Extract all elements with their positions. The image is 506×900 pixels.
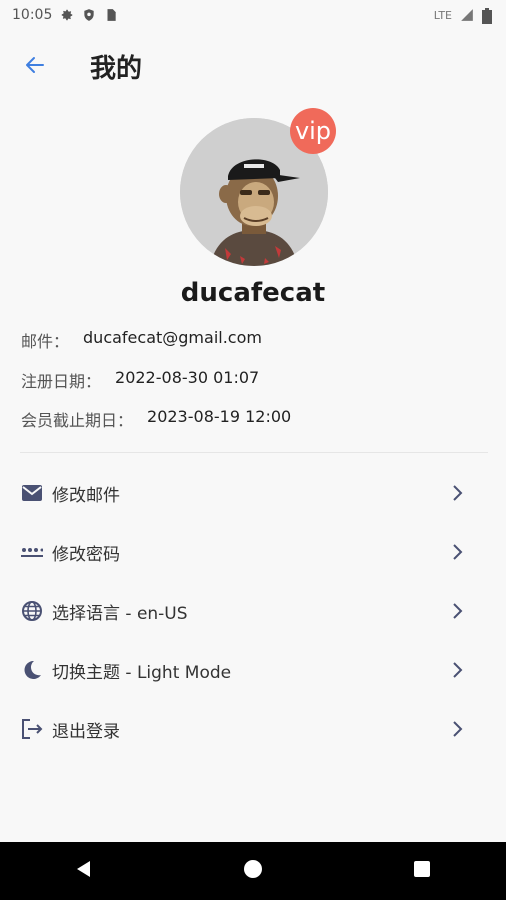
info-label: 邮件： <box>21 332 70 351</box>
chevron-right-icon <box>448 484 466 502</box>
triangle-back-icon <box>74 859 94 883</box>
logout-icon <box>20 717 44 741</box>
info-row-email: 邮件： ducafecat@gmail.com <box>21 328 262 352</box>
info-label: 会员截止期日： <box>21 411 134 430</box>
info-row-register-date: 注册日期： 2022-08-30 01:07 <box>21 368 259 392</box>
circle-home-icon <box>243 859 263 883</box>
signal-icon <box>460 8 474 22</box>
divider <box>20 452 488 453</box>
status-bar: 10:05 LTE <box>0 0 506 30</box>
chevron-right-icon <box>448 543 466 561</box>
vip-badge: vip <box>290 108 336 154</box>
arrow-left-icon <box>23 53 47 81</box>
menu-item-change-email[interactable]: 修改邮件 <box>0 464 506 522</box>
info-value: ducafecat@gmail.com <box>83 328 262 347</box>
avatar-container: vip <box>180 108 336 266</box>
sim-card-icon <box>104 8 118 22</box>
info-value: 2022-08-30 01:07 <box>115 368 260 387</box>
info-value: 2023-08-19 12:00 <box>147 407 292 426</box>
menu-label: 选择语言 - en-US <box>52 603 188 624</box>
menu-item-switch-theme[interactable]: 切换主题 - Light Mode <box>0 641 506 699</box>
moon-icon <box>20 658 44 682</box>
username: ducafecat <box>180 278 326 308</box>
status-left: 10:05 <box>12 7 118 23</box>
menu-label: 修改密码 <box>52 544 120 565</box>
nav-back-button[interactable] <box>64 851 104 891</box>
info-row-expiry-date: 会员截止期日： 2023-08-19 12:00 <box>21 407 291 431</box>
battery-icon <box>482 8 496 24</box>
menu-label: 退出登录 <box>52 721 120 742</box>
nav-recents-button[interactable] <box>402 851 442 891</box>
square-recents-icon <box>413 860 431 882</box>
menu-item-select-language[interactable]: 选择语言 - en-US <box>0 582 506 640</box>
password-icon <box>20 540 44 564</box>
chevron-right-icon <box>448 720 466 738</box>
status-right: LTE <box>433 8 496 24</box>
gear-icon <box>60 8 74 22</box>
chevron-right-icon <box>448 602 466 620</box>
back-button[interactable] <box>20 52 50 82</box>
shield-icon <box>82 8 96 22</box>
app-header: 我的 <box>0 38 506 94</box>
info-label: 注册日期： <box>21 372 102 391</box>
chevron-right-icon <box>448 661 466 679</box>
network-label: LTE <box>433 8 452 22</box>
page-title: 我的 <box>90 54 143 84</box>
menu-item-logout[interactable]: 退出登录 <box>0 700 506 758</box>
nav-home-button[interactable] <box>233 851 273 891</box>
menu-label: 切换主题 - Light Mode <box>52 662 232 683</box>
mail-icon <box>20 481 44 505</box>
globe-icon <box>20 599 44 623</box>
menu-label: 修改邮件 <box>52 485 120 506</box>
status-time: 10:05 <box>12 7 53 23</box>
menu-item-change-password[interactable]: 修改密码 <box>0 523 506 581</box>
system-nav-bar <box>0 842 506 900</box>
